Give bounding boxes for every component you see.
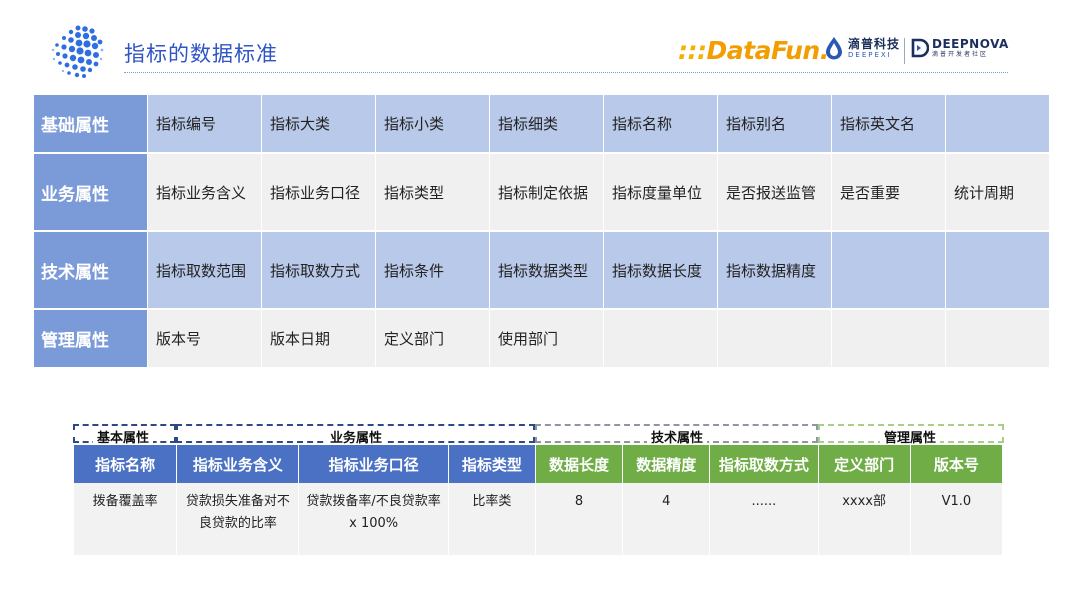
attribute-cell: 指标数据类型	[490, 232, 603, 308]
attribute-row-basic: 基础属性 指标编号 指标大类 指标小类 指标细类 指标名称 指标别名 指标英文名	[34, 95, 1049, 152]
example-cell: ......	[710, 483, 818, 555]
attribute-cell: 使用部门	[490, 310, 603, 367]
page-title: 指标的数据标准	[124, 42, 278, 66]
attribute-cell: 指标数据长度	[604, 232, 717, 308]
group-bracket-basic: 基本属性	[73, 424, 176, 446]
attribute-cell	[718, 310, 831, 367]
row-head-mgmt: 管理属性	[34, 310, 147, 367]
attribute-cell	[946, 310, 1049, 367]
example-header: 指标名称	[74, 445, 177, 483]
example-header: 指标类型	[448, 445, 535, 483]
example-header: 数据长度	[535, 445, 623, 483]
attribute-cell: 版本号	[148, 310, 261, 367]
attribute-row-mgmt: 管理属性 版本号 版本日期 定义部门 使用部门	[34, 310, 1049, 367]
deepnova-mark-icon	[911, 38, 929, 58]
attribute-cell: 指标小类	[376, 95, 489, 152]
attribute-cell: 版本日期	[262, 310, 375, 367]
datafun-logo-dots: :::	[678, 36, 707, 65]
attribute-cell: 指标细类	[490, 95, 603, 152]
example-data-row: 拨备覆盖率 贷款损失准备对不良贷款的比率 贷款拨备率/不良贷款率 x 100% …	[74, 483, 1002, 555]
example-header: 指标取数方式	[710, 445, 818, 483]
example-cell: 贷款拨备率/不良贷款率 x 100%	[299, 483, 448, 555]
example-header-row: 指标名称 指标业务含义 指标业务口径 指标类型 数据长度 数据精度 指标取数方式…	[74, 445, 1002, 483]
group-label-basic: 基本属性	[93, 427, 154, 446]
deepexi-logo-cn: 滴普科技	[848, 36, 901, 51]
group-bracket-tech: 技术属性	[535, 424, 818, 446]
deepnova-logo-cn: 滴普开发者社区	[932, 51, 989, 58]
attribute-cell: 指标别名	[718, 95, 831, 152]
example-header: 版本号	[910, 445, 1002, 483]
deepexi-logo: 滴普科技 DEEPEXI	[824, 36, 900, 60]
row-head-basic: 基础属性	[34, 95, 147, 152]
header-divider	[124, 72, 1008, 73]
row-head-business: 业务属性	[34, 154, 147, 230]
attribute-cell: 统计周期	[946, 154, 1049, 230]
example-cell: 8	[535, 483, 623, 555]
example-header: 定义部门	[818, 445, 910, 483]
attribute-cell	[832, 232, 945, 308]
attribute-cell: 指标业务含义	[148, 154, 261, 230]
attribute-cell: 指标大类	[262, 95, 375, 152]
attribute-cell	[946, 232, 1049, 308]
datafun-logo-word: DataFun.	[706, 36, 830, 65]
attribute-cell: 指标取数方式	[262, 232, 375, 308]
attribute-cell: 指标类型	[376, 154, 489, 230]
attribute-cell: 指标度量单位	[604, 154, 717, 230]
group-label-mgmt: 管理属性	[880, 427, 941, 446]
logo-separator	[904, 38, 905, 64]
example-cell: 4	[623, 483, 710, 555]
example-cell: 拨备覆盖率	[74, 483, 177, 555]
attribute-grid: 基础属性 指标编号 指标大类 指标小类 指标细类 指标名称 指标别名 指标英文名…	[33, 93, 1050, 369]
group-bracket-mgmt: 管理属性	[818, 424, 1004, 446]
datafun-logo-text: :::DataFun.	[678, 36, 829, 65]
row-head-tech: 技术属性	[34, 232, 147, 308]
attribute-cell: 指标制定依据	[490, 154, 603, 230]
attribute-cell: 定义部门	[376, 310, 489, 367]
example-cell: 贷款损失准备对不良贷款的比率	[177, 483, 299, 555]
attribute-cell: 指标业务口径	[262, 154, 375, 230]
attribute-cell: 指标取数范围	[148, 232, 261, 308]
example-header: 指标业务口径	[299, 445, 448, 483]
attribute-cell: 指标数据精度	[718, 232, 831, 308]
deepnova-logo-en: DEEPNOVA	[932, 37, 1009, 51]
attribute-cell	[604, 310, 717, 367]
attribute-cell	[946, 95, 1049, 152]
attribute-row-business: 业务属性 指标业务含义 指标业务口径 指标类型 指标制定依据 指标度量单位 是否…	[34, 154, 1049, 230]
deepnova-logo: DEEPNOVA 滴普开发者社区	[911, 38, 1009, 58]
attribute-cell: 指标条件	[376, 232, 489, 308]
attribute-row-tech: 技术属性 指标取数范围 指标取数方式 指标条件 指标数据类型 指标数据长度 指标…	[34, 232, 1049, 308]
example-header: 指标业务含义	[177, 445, 299, 483]
attribute-cell	[832, 310, 945, 367]
attribute-cell: 指标英文名	[832, 95, 945, 152]
attribute-cell: 指标编号	[148, 95, 261, 152]
group-bracket-business: 业务属性	[176, 424, 535, 446]
example-cell: xxxx部	[818, 483, 910, 555]
attribute-cell: 指标名称	[604, 95, 717, 152]
deepexi-logo-en: DEEPEXI	[848, 50, 892, 59]
group-label-business: 业务属性	[326, 427, 387, 446]
example-cell: V1.0	[910, 483, 1002, 555]
datafun-logo: :::DataFun.	[678, 36, 829, 65]
example-cell: 比率类	[448, 483, 535, 555]
deepexi-drop-icon	[826, 37, 842, 60]
attribute-cell: 是否重要	[832, 154, 945, 230]
example-table: 指标名称 指标业务含义 指标业务口径 指标类型 数据长度 数据精度 指标取数方式…	[73, 445, 1003, 555]
group-label-tech: 技术属性	[647, 427, 708, 446]
example-header: 数据精度	[623, 445, 710, 483]
attribute-cell: 是否报送监管	[718, 154, 831, 230]
dot-cube-logo-icon	[51, 25, 104, 78]
